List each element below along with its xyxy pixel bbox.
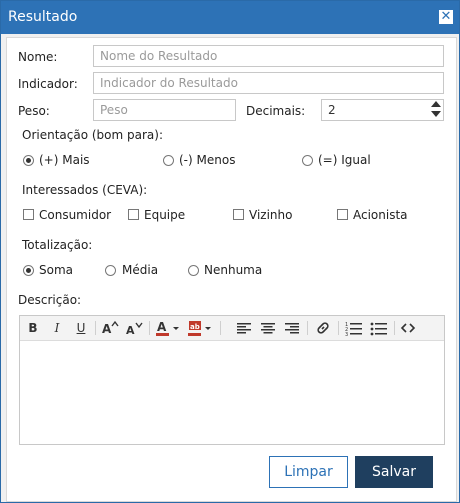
close-icon[interactable]: ✕ (439, 10, 453, 24)
ordered-list-icon[interactable]: 1 2 3 (345, 320, 363, 336)
toolbar-divider (149, 321, 150, 335)
checkbox-equipe[interactable] (128, 209, 139, 220)
link-icon[interactable] (315, 320, 331, 336)
radio-igual[interactable] (302, 155, 313, 166)
checkbox-consumidor[interactable] (23, 209, 34, 220)
font-size-increase-icon[interactable]: A (101, 320, 119, 336)
toolbar-divider (394, 321, 395, 335)
stepper-arrows[interactable] (428, 99, 444, 119)
radio-nenhuma-label[interactable]: Nenhuma (204, 263, 262, 277)
unordered-list-icon[interactable] (370, 320, 388, 336)
svg-text:A: A (157, 320, 167, 334)
descricao-editor: B I U A A A ab 1 2 3 (19, 315, 445, 445)
decimais-label: Decimais: (246, 104, 306, 118)
peso-input[interactable] (93, 99, 236, 121)
indicador-input[interactable] (93, 72, 444, 94)
interessados-label: Interessados (CEVA): (22, 183, 148, 197)
radio-mais[interactable] (23, 155, 34, 166)
dialog-titlebar: Resultado ✕ (1, 1, 459, 34)
align-center-icon[interactable] (260, 320, 276, 336)
svg-text:A: A (102, 322, 112, 336)
orientacao-label: Orientação (bom para): (22, 128, 163, 142)
limpar-button[interactable]: Limpar (269, 456, 348, 488)
descricao-label: Descrição: (18, 293, 82, 307)
radio-mais-label[interactable]: (+) Mais (39, 153, 90, 167)
font-size-decrease-icon[interactable]: A (125, 320, 143, 336)
highlight-icon[interactable]: ab (187, 320, 213, 336)
italic-icon[interactable]: I (49, 320, 65, 336)
source-code-icon[interactable] (400, 320, 416, 336)
radio-igual-label[interactable]: (=) Igual (318, 153, 371, 167)
radio-media-label[interactable]: Média (122, 263, 158, 277)
indicador-label: Indicador: (18, 77, 78, 91)
decimais-input[interactable] (321, 99, 444, 121)
radio-menos[interactable] (163, 155, 174, 166)
editor-toolbar: B I U A A A ab 1 2 3 (20, 316, 444, 341)
checkbox-equipe-label[interactable]: Equipe (144, 208, 185, 222)
underline-icon[interactable]: U (73, 320, 89, 336)
radio-soma-label[interactable]: Soma (39, 263, 73, 277)
align-left-icon[interactable] (236, 320, 252, 336)
svg-text:3: 3 (345, 332, 348, 336)
nome-input[interactable] (93, 45, 444, 67)
toolbar-divider (220, 321, 221, 335)
decimais-stepper[interactable] (321, 99, 444, 121)
salvar-button[interactable]: Salvar (355, 456, 433, 488)
radio-soma[interactable] (23, 265, 34, 276)
descricao-textarea[interactable] (20, 341, 444, 444)
radio-menos-label[interactable]: (-) Menos (179, 153, 235, 167)
checkbox-acionista-label[interactable]: Acionista (353, 208, 408, 222)
toolbar-divider (338, 321, 339, 335)
totalizacao-label: Totalização: (22, 238, 93, 252)
toolbar-divider (95, 321, 96, 335)
stepper-down-icon[interactable] (431, 111, 441, 117)
checkbox-vizinho-label[interactable]: Vizinho (249, 208, 292, 222)
stepper-up-icon[interactable] (431, 101, 441, 107)
peso-label: Peso: (18, 104, 50, 118)
checkbox-consumidor-label[interactable]: Consumidor (39, 208, 111, 222)
toolbar-divider (307, 321, 308, 335)
font-color-icon[interactable]: A (155, 320, 181, 336)
radio-nenhuma[interactable] (188, 265, 199, 276)
radio-media[interactable] (105, 265, 116, 276)
bold-icon[interactable]: B (25, 320, 41, 336)
checkbox-acionista[interactable] (337, 209, 348, 220)
resultado-dialog: Resultado ✕ Nome: Indicador: Peso: Decim… (0, 0, 460, 503)
dialog-title: Resultado (8, 9, 78, 25)
nome-label: Nome: (18, 50, 58, 64)
checkbox-vizinho[interactable] (233, 209, 244, 220)
svg-text:ab: ab (190, 323, 200, 331)
dialog-body: Nome: Indicador: Peso: Decimais: Orienta… (6, 37, 457, 502)
svg-text:A: A (126, 324, 135, 336)
align-right-icon[interactable] (284, 320, 300, 336)
